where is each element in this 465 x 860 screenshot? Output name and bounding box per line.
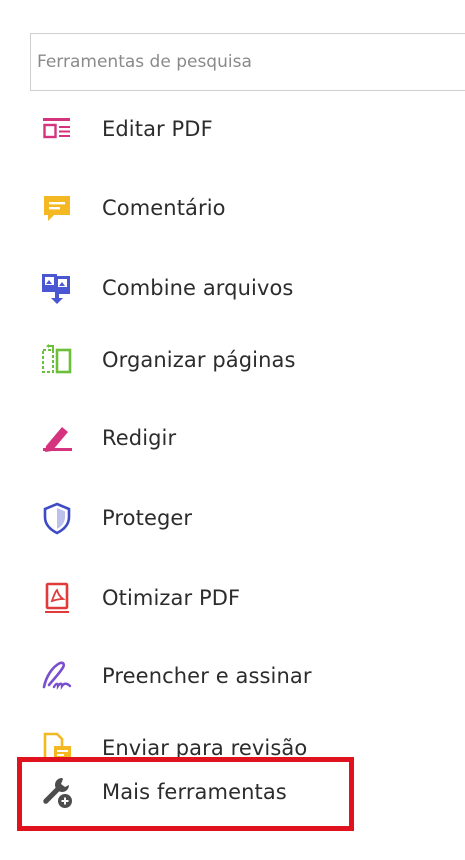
tool-label: Otimizar PDF xyxy=(102,586,241,610)
tool-item-optimize-pdf[interactable]: Otimizar PDF xyxy=(30,570,450,626)
optimize-pdf-icon xyxy=(38,579,76,617)
combine-files-icon xyxy=(38,269,76,307)
tools-panel: Editar PDF Comentário Com xyxy=(0,0,465,860)
tool-label: Editar PDF xyxy=(102,117,213,141)
tool-item-comment[interactable]: Comentário xyxy=(30,180,450,236)
fill-sign-icon xyxy=(38,657,76,695)
tool-label: Combine arquivos xyxy=(102,276,294,300)
tools-search-input[interactable] xyxy=(31,34,465,90)
edit-pdf-icon xyxy=(38,110,76,148)
tool-label: Redigir xyxy=(102,426,177,450)
tool-item-redact[interactable]: Redigir xyxy=(30,410,450,466)
protect-shield-icon xyxy=(38,499,76,537)
tool-item-organize-pages[interactable]: Organizar páginas xyxy=(30,332,450,388)
organize-pages-icon xyxy=(38,341,76,379)
comment-icon xyxy=(38,189,76,227)
tool-item-protect[interactable]: Proteger xyxy=(30,490,450,546)
tool-item-edit-pdf[interactable]: Editar PDF xyxy=(30,101,450,157)
tool-label: Proteger xyxy=(102,506,193,530)
tool-label: Comentário xyxy=(102,196,226,220)
tools-search-box[interactable] xyxy=(30,33,465,91)
tool-item-fill-sign[interactable]: Preencher e assinar xyxy=(30,648,450,704)
tool-label: Organizar páginas xyxy=(102,348,296,372)
tool-item-combine-files[interactable]: Combine arquivos xyxy=(30,260,450,316)
tool-label: Preencher e assinar xyxy=(102,664,312,688)
highlight-box xyxy=(17,757,354,831)
redact-icon xyxy=(38,419,76,457)
